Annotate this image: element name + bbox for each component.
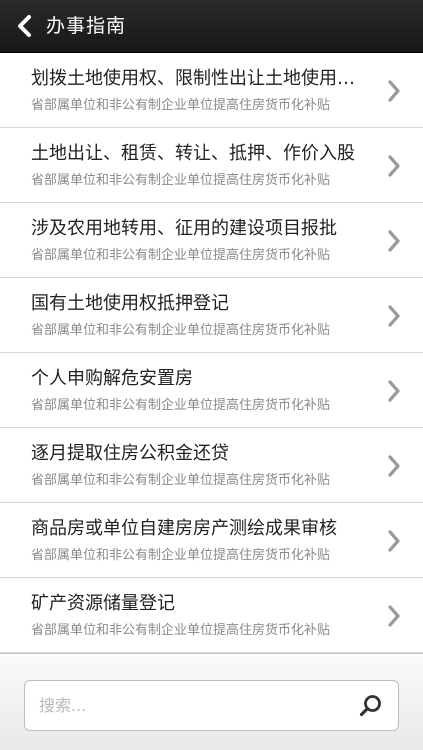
chevron-right-icon — [388, 530, 400, 552]
list-item-subtitle: 省部属单位和非公有制企业单位提高住房货币化补贴 — [31, 473, 331, 488]
list-item-subtitle: 省部属单位和非公有制企业单位提高住房货币化补贴 — [31, 398, 331, 413]
list-item-title: 土地出让、租赁、转让、抵押、作价入股 — [31, 143, 355, 164]
back-button[interactable] — [6, 6, 42, 46]
chevron-right-icon — [388, 230, 400, 252]
list-item-title: 国有土地使用权抵押登记 — [31, 293, 229, 314]
chevron-left-icon — [18, 15, 31, 37]
list-item[interactable]: 土地出让、租赁、转让、抵押、作价入股省部属单位和非公有制企业单位提高住房货币化补… — [0, 128, 423, 203]
list-item-title: 划拨土地使用权、限制性出让土地使用权转让 — [31, 68, 361, 89]
list-item[interactable]: 涉及农用地转用、征用的建设项目报批省部属单位和非公有制企业单位提高住房货币化补贴 — [0, 203, 423, 278]
search-bar — [0, 653, 423, 750]
list-item-title: 个人申购解危安置房 — [31, 368, 193, 389]
page-title: 办事指南 — [46, 15, 127, 37]
list-item[interactable]: 划拨土地使用权、限制性出让土地使用权转让省部属单位和非公有制企业单位提高住房货币… — [0, 53, 423, 128]
search-input[interactable] — [39, 681, 339, 730]
list-item[interactable]: 逐月提取住房公积金还贷省部属单位和非公有制企业单位提高住房货币化补贴 — [0, 428, 423, 503]
chevron-right-icon — [388, 155, 400, 177]
list-item[interactable]: 国有土地使用权抵押登记省部属单位和非公有制企业单位提高住房货币化补贴 — [0, 278, 423, 353]
search-box — [24, 680, 399, 731]
list-item-subtitle: 省部属单位和非公有制企业单位提高住房货币化补贴 — [31, 548, 331, 563]
list-item-subtitle: 省部属单位和非公有制企业单位提高住房货币化补贴 — [31, 98, 331, 113]
chevron-right-icon — [388, 80, 400, 102]
list-item-title: 涉及农用地转用、征用的建设项目报批 — [31, 218, 337, 239]
list-item-title: 矿产资源储量登记 — [31, 593, 175, 614]
list-item-subtitle: 省部属单位和非公有制企业单位提高住房货币化补贴 — [31, 173, 331, 188]
chevron-right-icon — [388, 605, 400, 627]
list-item-subtitle: 省部属单位和非公有制企业单位提高住房货币化补贴 — [31, 623, 331, 638]
chevron-right-icon — [388, 455, 400, 477]
list-item-title: 商品房或单位自建房房产测绘成果审核 — [31, 518, 337, 539]
guide-list: 划拨土地使用权、限制性出让土地使用权转让省部属单位和非公有制企业单位提高住房货币… — [0, 53, 423, 653]
list-item[interactable]: 商品房或单位自建房房产测绘成果审核省部属单位和非公有制企业单位提高住房货币化补贴 — [0, 503, 423, 578]
chevron-right-icon — [388, 380, 400, 402]
list-item-subtitle: 省部属单位和非公有制企业单位提高住房货币化补贴 — [31, 248, 331, 263]
list-item-subtitle: 省部属单位和非公有制企业单位提高住房货币化补贴 — [31, 323, 331, 338]
list-item[interactable]: 个人申购解危安置房省部属单位和非公有制企业单位提高住房货币化补贴 — [0, 353, 423, 428]
chevron-right-icon — [388, 305, 400, 327]
list-item-title: 逐月提取住房公积金还贷 — [31, 443, 229, 464]
nav-bar: 办事指南 — [0, 0, 423, 53]
list-item[interactable]: 矿产资源储量登记省部属单位和非公有制企业单位提高住房货币化补贴 — [0, 578, 423, 653]
search-icon[interactable] — [358, 693, 384, 719]
